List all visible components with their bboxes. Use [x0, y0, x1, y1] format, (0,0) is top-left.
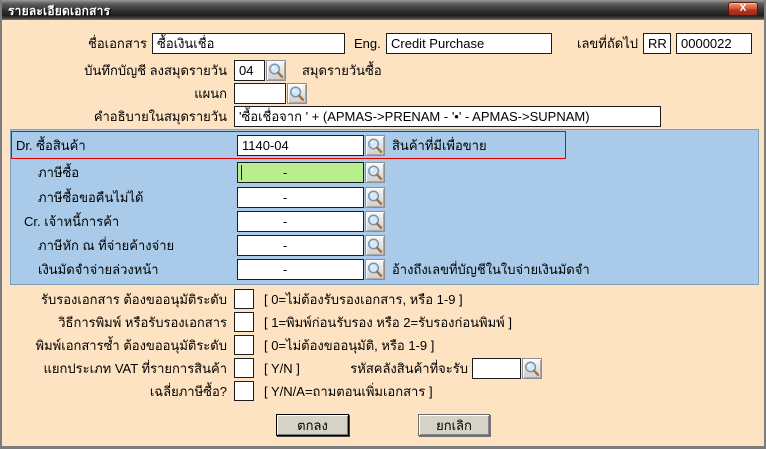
cr-account-input[interactable] — [237, 211, 364, 232]
journal-lookup-button[interactable] — [266, 60, 286, 81]
vat-split-input[interactable] — [234, 358, 254, 378]
vat-split-hint: [ Y/N ] — [264, 361, 300, 376]
reprint-level-hint: [ 0=ไม่ต้องขออนุมัติ, หรือ 1-9 ] — [264, 338, 435, 353]
department-input[interactable] — [234, 83, 286, 104]
dr-account-name-text: สินค้าที่มีเพื่อขาย — [392, 138, 487, 153]
journal-code-input[interactable] — [234, 60, 265, 81]
reprint-level-input[interactable] — [234, 335, 254, 355]
magnifier-icon — [368, 137, 383, 153]
magnifier-icon — [368, 164, 383, 180]
nonrefund-vat-lookup-button[interactable] — [365, 187, 385, 208]
advance-deposit-lookup-button[interactable] — [365, 259, 385, 280]
advance-deposit-note: อ้างถึงเลขที่บัญชีในใบจ่ายเงินมัดจำ — [392, 262, 590, 277]
input-vat-lookup-button[interactable] — [365, 162, 385, 183]
journal-label: บันทึกบัญชี ลงสมุดรายวัน — [84, 63, 227, 78]
close-icon[interactable]: X — [728, 2, 758, 16]
dr-account-input[interactable] — [237, 135, 364, 156]
magnifier-icon — [368, 261, 383, 277]
dr-account-lookup-button[interactable] — [365, 135, 385, 156]
print-method-input[interactable] — [234, 312, 254, 332]
doc-name-input[interactable] — [152, 33, 345, 54]
document-details-dialog: รายละเอียดเอกสาร X ชื่อเอกสาร Eng. เลขที… — [0, 0, 766, 449]
warehouse-label: รหัสคลังสินค้าที่จะรับ — [350, 361, 468, 376]
approve-level-label: รับรองเอกสาร ต้องขออนุมัติระดับ — [41, 292, 227, 307]
warehouse-lookup-button[interactable] — [522, 358, 542, 379]
nonrefund-vat-label: ภาษีซื้อขอคืนไม่ได้ — [38, 190, 144, 205]
description-label: คำอธิบายในสมุดรายวัน — [93, 109, 227, 124]
magnifier-icon — [368, 237, 383, 253]
print-method-hint: [ 1=พิมพ์ก่อนรับรอง หรือ 2=รับรองก่อนพิม… — [264, 315, 512, 330]
approve-level-input[interactable] — [234, 289, 254, 309]
vat-split-label: แยกประเภท VAT ที่รายการสินค้า — [43, 361, 227, 376]
reprint-level-label: พิมพ์เอกสารซ้ำ ต้องขออนุมัติระดับ — [35, 338, 227, 353]
nonrefund-vat-account-input[interactable] — [237, 187, 364, 208]
journal-name-text: สมุดรายวันซื้อ — [302, 63, 382, 78]
magnifier-icon — [525, 360, 540, 376]
description-input[interactable] — [234, 106, 661, 127]
avg-vat-label: เฉลี่ยภาษีซื้อ? — [149, 384, 227, 399]
dialog-title: รายละเอียดเอกสาร — [8, 4, 111, 18]
ok-button[interactable]: ตกลง — [276, 414, 349, 436]
department-label: แผนก — [194, 86, 227, 101]
approve-level-hint: [ 0=ไม่ต้องรับรองเอกสาร, หรือ 1-9 ] — [264, 292, 463, 307]
input-vat-label: ภาษีซื้อ — [38, 165, 80, 180]
next-number-label: เลขที่ถัดไป — [577, 36, 638, 51]
next-number-prefix-input[interactable] — [643, 33, 671, 54]
magnifier-icon — [269, 62, 284, 78]
withholding-tax-account-input[interactable] — [237, 235, 364, 256]
magnifier-icon — [368, 189, 383, 205]
title-bar[interactable]: รายละเอียดเอกสาร X — [2, 0, 764, 20]
text-cursor — [241, 165, 242, 180]
eng-name-input[interactable] — [386, 33, 552, 54]
magnifier-icon — [368, 213, 383, 229]
print-method-label: วิธีการพิมพ์ หรือรับรองเอกสาร — [58, 315, 227, 330]
dr-account-label: Dr. ซื้อสินค้า — [16, 138, 86, 153]
warehouse-input[interactable] — [472, 358, 521, 379]
advance-deposit-label: เงินมัดจำจ่ายล่วงหน้า — [38, 262, 159, 277]
next-number-input[interactable] — [676, 33, 752, 54]
cr-account-label: Cr. เจ้าหนี้การค้า — [24, 214, 120, 229]
doc-name-label: ชื่อเอกสาร — [88, 36, 147, 51]
withholding-tax-lookup-button[interactable] — [365, 235, 385, 256]
avg-vat-hint: [ Y/N/A=ถามตอนเพิ่มเอกสาร ] — [264, 384, 433, 399]
eng-label: Eng. — [354, 36, 381, 51]
department-lookup-button[interactable] — [287, 83, 307, 104]
cr-account-lookup-button[interactable] — [365, 211, 385, 232]
cancel-button[interactable]: ยกเลิก — [418, 414, 490, 436]
withholding-tax-label: ภาษีหัก ณ ที่จ่ายค้างจ่าย — [38, 238, 175, 253]
input-vat-account-input[interactable] — [237, 162, 364, 183]
avg-vat-input[interactable] — [234, 381, 254, 401]
advance-deposit-account-input[interactable] — [237, 259, 364, 280]
magnifier-icon — [290, 85, 305, 101]
